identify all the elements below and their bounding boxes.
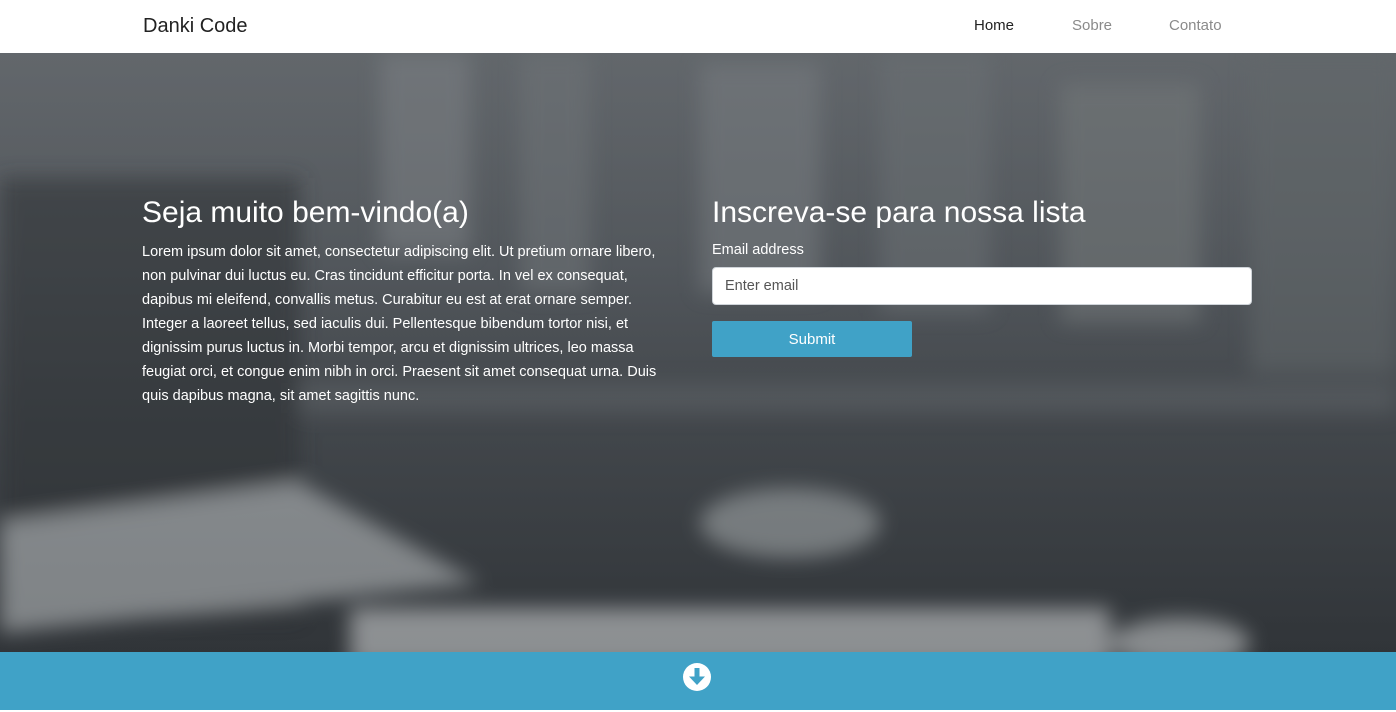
nav-home-link[interactable]: Home <box>974 17 1014 34</box>
submit-button[interactable]: Submit <box>712 321 912 357</box>
welcome-text: Lorem ipsum dolor sit amet, consectetur … <box>142 244 657 404</box>
main-nav: Home Sobre Contato <box>0 17 1396 37</box>
site-header: Danki Code Home Sobre Contato <box>0 0 1396 53</box>
signup-title: Inscreva-se para nossa lista <box>712 196 1086 229</box>
signup-column: Inscreva-se para nossa lista Email addre… <box>712 196 1252 357</box>
hero-section: Seja muito bem-vindo(a) Lorem ipsum dolo… <box>0 53 1396 652</box>
scroll-down-bar <box>0 652 1396 710</box>
email-field[interactable] <box>712 267 1252 305</box>
arrow-down-circle-icon[interactable] <box>682 662 712 692</box>
welcome-title: Seja muito bem-vindo(a) <box>142 196 469 229</box>
welcome-column: Seja muito bem-vindo(a) Lorem ipsum dolo… <box>142 196 662 408</box>
nav-sobre-link[interactable]: Sobre <box>1072 17 1112 34</box>
signup-form: Email address Submit <box>712 240 1252 357</box>
nav-contato-link[interactable]: Contato <box>1169 17 1222 34</box>
email-label: Email address <box>712 242 804 258</box>
